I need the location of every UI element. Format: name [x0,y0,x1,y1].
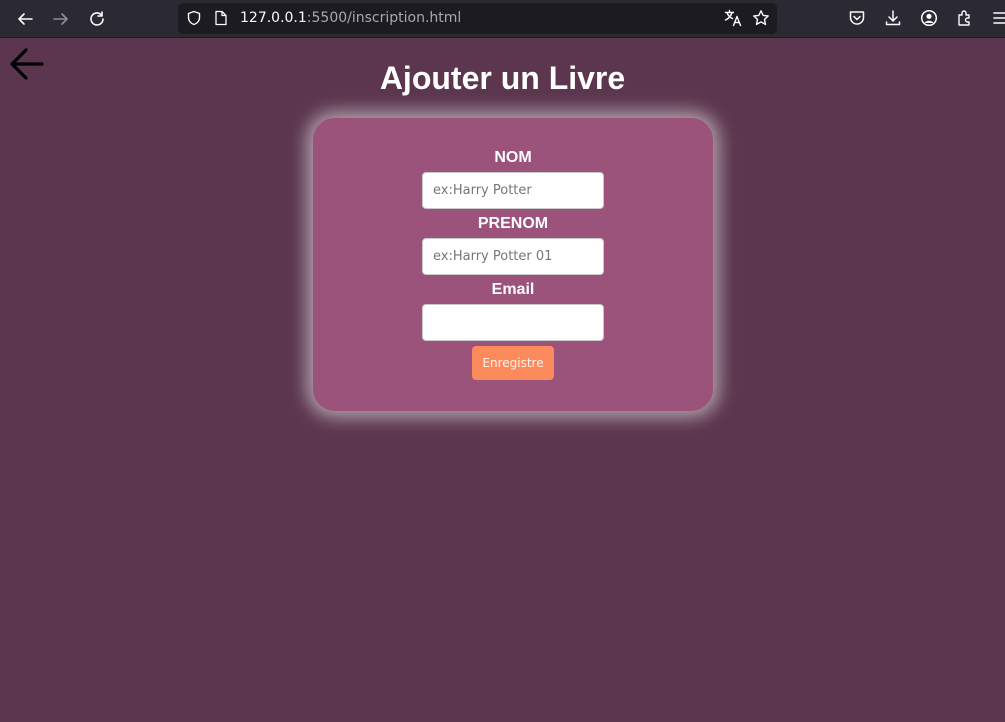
back-icon[interactable] [13,7,37,31]
page-title: Ajouter un Livre [379,60,626,96]
prenom-label: PRENOM [477,215,549,232]
download-icon[interactable] [884,9,902,27]
url-path: :5500/inscription.html [306,10,462,26]
page-icon[interactable] [214,10,228,26]
star-icon[interactable] [752,9,770,27]
account-icon[interactable] [920,9,938,27]
email-label: Email [491,281,535,298]
forward-icon[interactable] [49,7,73,31]
nom-input[interactable] [422,172,604,209]
pocket-icon[interactable] [848,9,866,27]
prenom-input[interactable] [422,238,604,275]
reload-icon[interactable] [85,7,109,31]
save-button[interactable]: Enregistre [472,346,554,380]
translate-icon[interactable] [724,9,742,27]
extensions-icon[interactable] [956,9,974,27]
shield-icon[interactable] [186,10,202,26]
url-bar[interactable]: 127.0.0.1:5500/inscription.html [178,3,777,34]
nom-label: NOM [494,149,532,166]
email-input[interactable] [422,304,604,341]
menu-icon[interactable] [992,9,1005,27]
browser-toolbar: 127.0.0.1:5500/inscription.html [0,0,1005,38]
url-text[interactable]: 127.0.0.1:5500/inscription.html [240,10,461,26]
url-host: 127.0.0.1 [240,10,307,26]
registration-form: NOM PRENOM Email Enregistre [313,118,713,411]
